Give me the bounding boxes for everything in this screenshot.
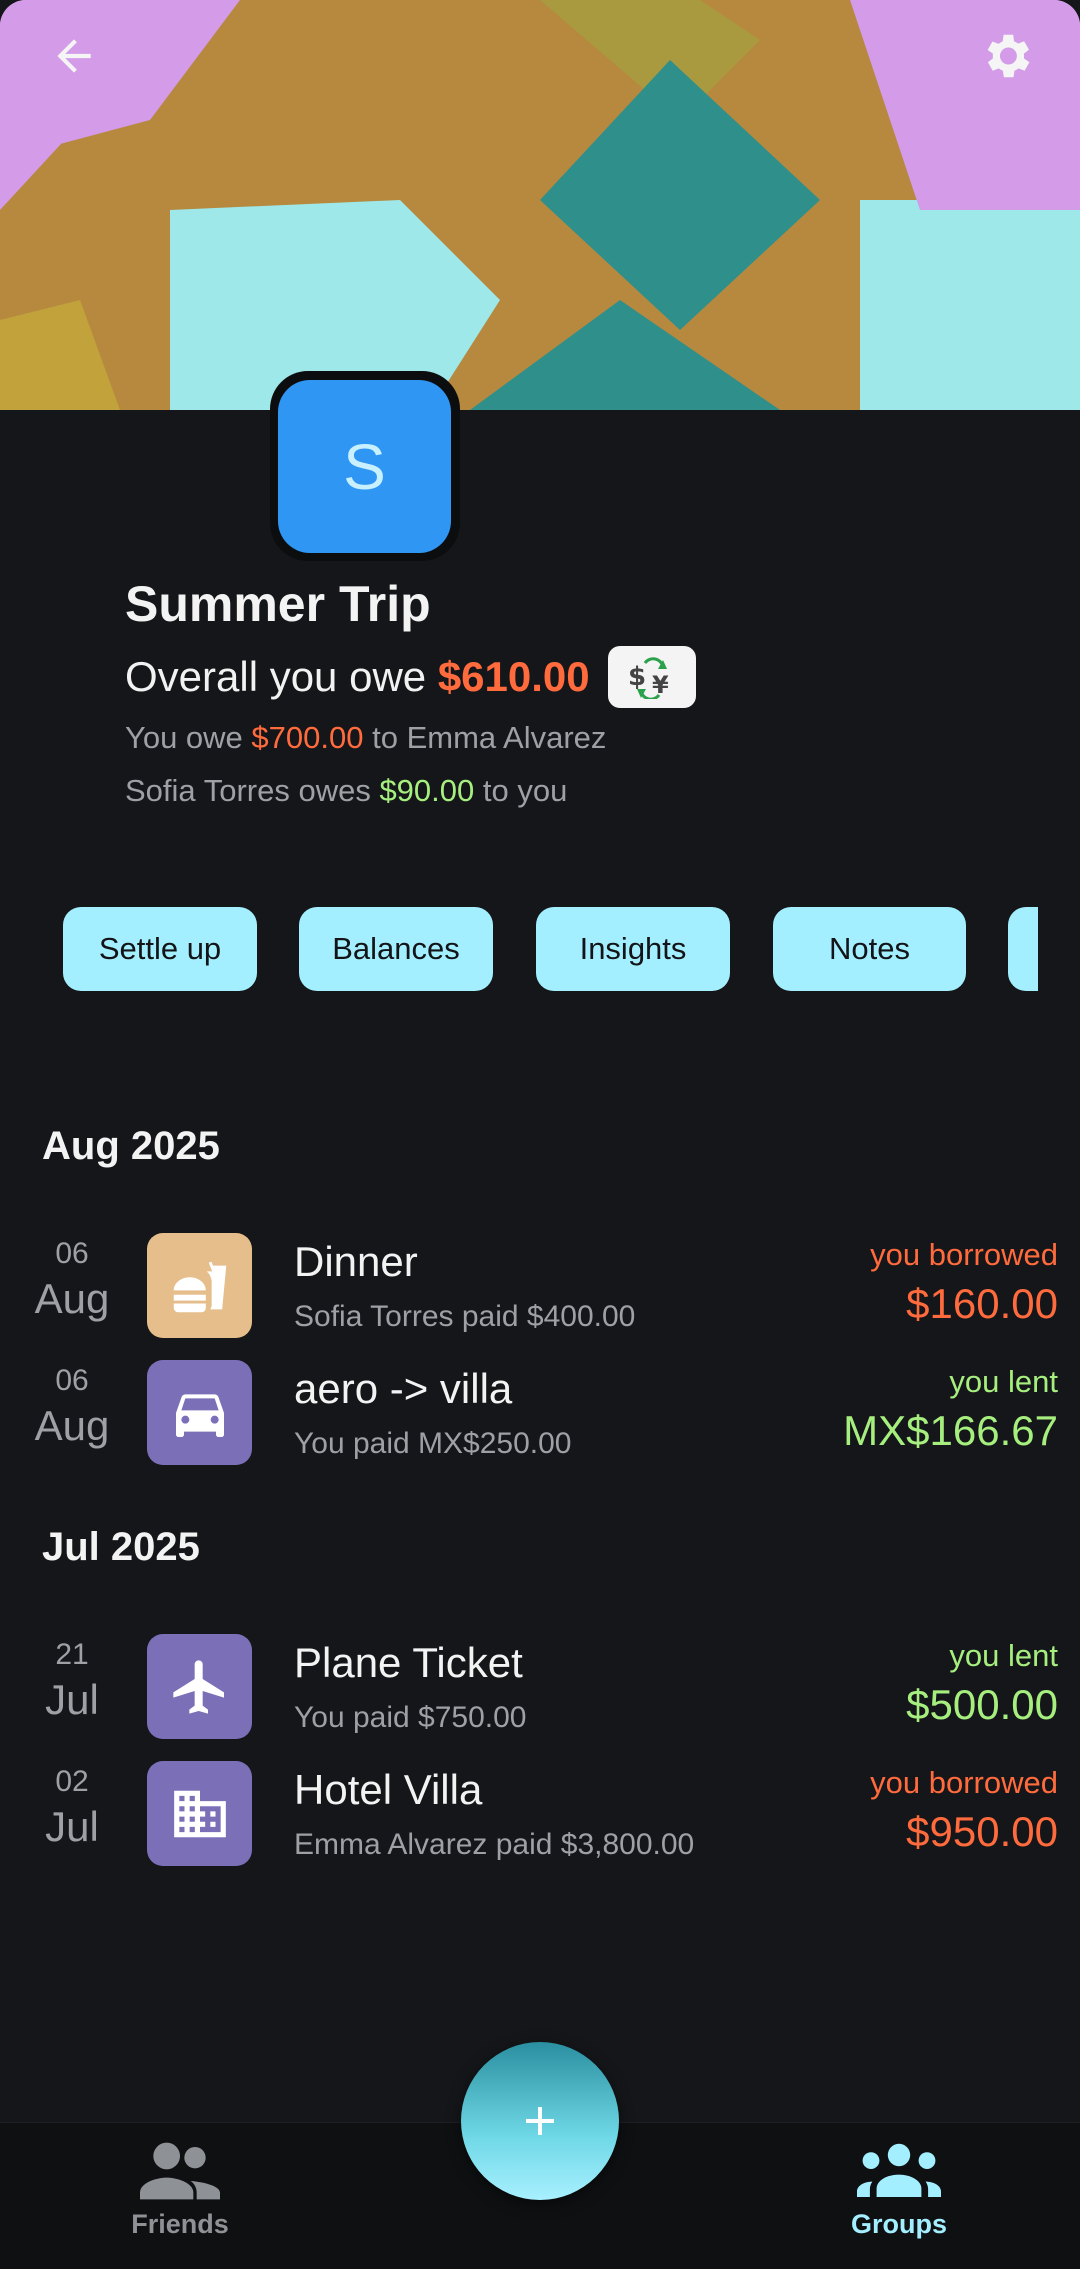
fast-food-icon (147, 1233, 252, 1338)
expense-day: 02 (55, 1765, 89, 1798)
expense-row[interactable]: 06 Aug aero -> villa You paid MX$250.00 … (0, 1352, 1080, 1472)
balance-line-2: Sofia Torres owes $90.00 to you (125, 773, 568, 808)
balance-line-1: You owe $700.00 to Emma Alvarez (125, 720, 607, 755)
expense-title: aero -> villa (294, 1365, 513, 1412)
expense-status: you borrowed (870, 1765, 1058, 1800)
overall-amount: $610.00 (437, 653, 590, 700)
nav-friends-label: Friends (131, 2209, 229, 2239)
nav-friends[interactable]: Friends (80, 2139, 280, 2259)
expense-amount: MX$166.67 (843, 1407, 1058, 1454)
friends-icon (140, 2142, 220, 2200)
expense-month: Jul (45, 1676, 99, 1723)
expense-title: Plane Ticket (294, 1639, 523, 1686)
expense-title: Hotel Villa (294, 1766, 483, 1813)
add-expense-button[interactable] (461, 2042, 619, 2200)
expense-row[interactable]: 21 Jul Plane Ticket You paid $750.00 you… (0, 1626, 1080, 1746)
settle-up-button[interactable]: Settle up (63, 907, 257, 991)
nav-groups[interactable]: Groups (799, 2139, 999, 2259)
balances-button[interactable]: Balances (299, 907, 493, 991)
overall-balance: Overall you owe $610.00 $ ¥ (125, 646, 696, 708)
expense-amount: $950.00 (906, 1808, 1058, 1855)
nav-groups-label: Groups (850, 2209, 947, 2239)
expense-amount: $160.00 (906, 1280, 1058, 1327)
expense-row[interactable]: 06 Aug Dinner Sofia Torres paid $400.00 … (0, 1225, 1080, 1345)
notes-button[interactable]: Notes (773, 907, 966, 991)
groups-icon (857, 2143, 941, 2197)
expense-month: Jul (45, 1803, 99, 1850)
expense-title: Dinner (294, 1238, 418, 1285)
month-header: Jul 2025 (42, 1525, 200, 1569)
avatar-initial: S (343, 430, 386, 503)
expense-status: you lent (949, 1638, 1058, 1673)
expense-status: you borrowed (870, 1237, 1058, 1272)
expense-month: Aug (34, 1402, 110, 1449)
expense-subtitle: Emma Alvarez paid $3,800.00 (294, 1828, 695, 1861)
currency-convert-button[interactable]: $ ¥ (607, 646, 696, 708)
expense-row[interactable]: 02 Jul Hotel Villa Emma Alvarez paid $3,… (0, 1753, 1080, 1873)
expense-month: Aug (34, 1275, 110, 1322)
month-header: Aug 2025 (42, 1124, 220, 1168)
svg-text:$: $ (628, 662, 646, 692)
insights-button[interactable]: Insights (536, 907, 730, 991)
plus-icon (526, 2107, 554, 2135)
currency-exchange-icon: $ ¥ (628, 657, 669, 699)
expense-subtitle: You paid MX$250.00 (294, 1427, 572, 1460)
expense-day: 06 (55, 1364, 89, 1397)
expense-subtitle: Sofia Torres paid $400.00 (294, 1300, 636, 1333)
overall-prefix: Overall you owe (125, 653, 438, 700)
group-avatar[interactable]: S (278, 380, 451, 553)
group-title: Summer Trip (125, 576, 431, 632)
airplane-icon (147, 1634, 252, 1739)
expense-day: 21 (55, 1638, 89, 1671)
back-arrow-icon[interactable] (36, 18, 112, 94)
more-actions-chip[interactable] (1008, 907, 1038, 991)
building-icon (147, 1761, 252, 1866)
car-icon (147, 1360, 252, 1465)
svg-text:¥: ¥ (652, 671, 669, 699)
expense-amount: $500.00 (906, 1681, 1058, 1728)
group-cover-image (0, 0, 1080, 410)
expense-day: 06 (55, 1237, 89, 1270)
expense-subtitle: You paid $750.00 (294, 1701, 527, 1734)
expense-status: you lent (949, 1364, 1058, 1399)
settings-gear-icon[interactable] (968, 18, 1044, 94)
